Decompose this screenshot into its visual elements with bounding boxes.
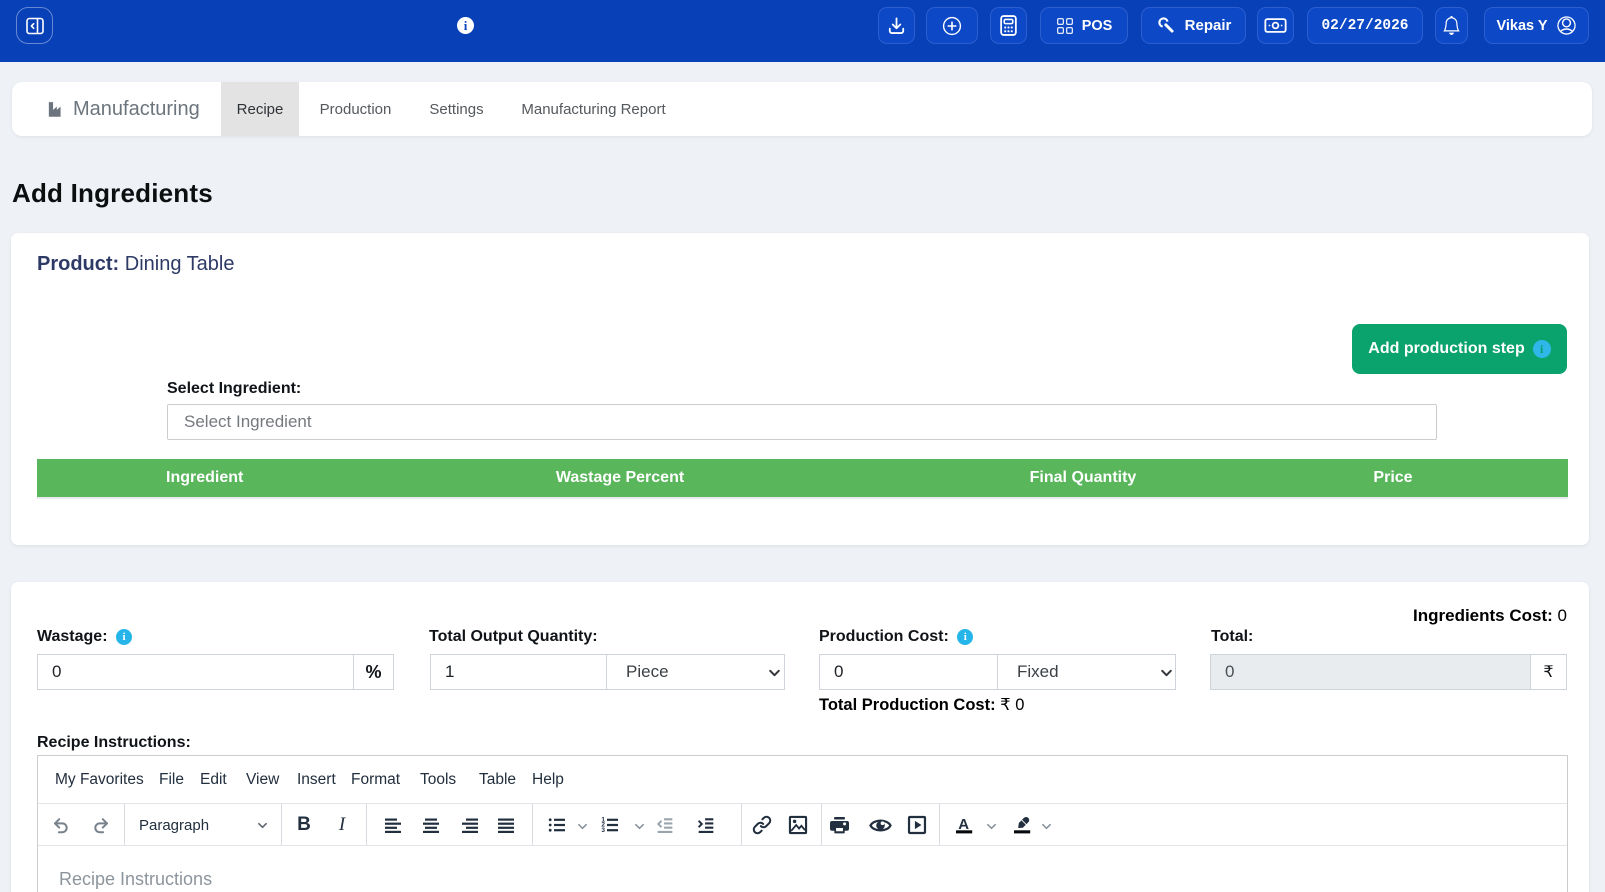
svg-text:A: A xyxy=(958,816,969,833)
svg-text:3: 3 xyxy=(601,827,605,834)
